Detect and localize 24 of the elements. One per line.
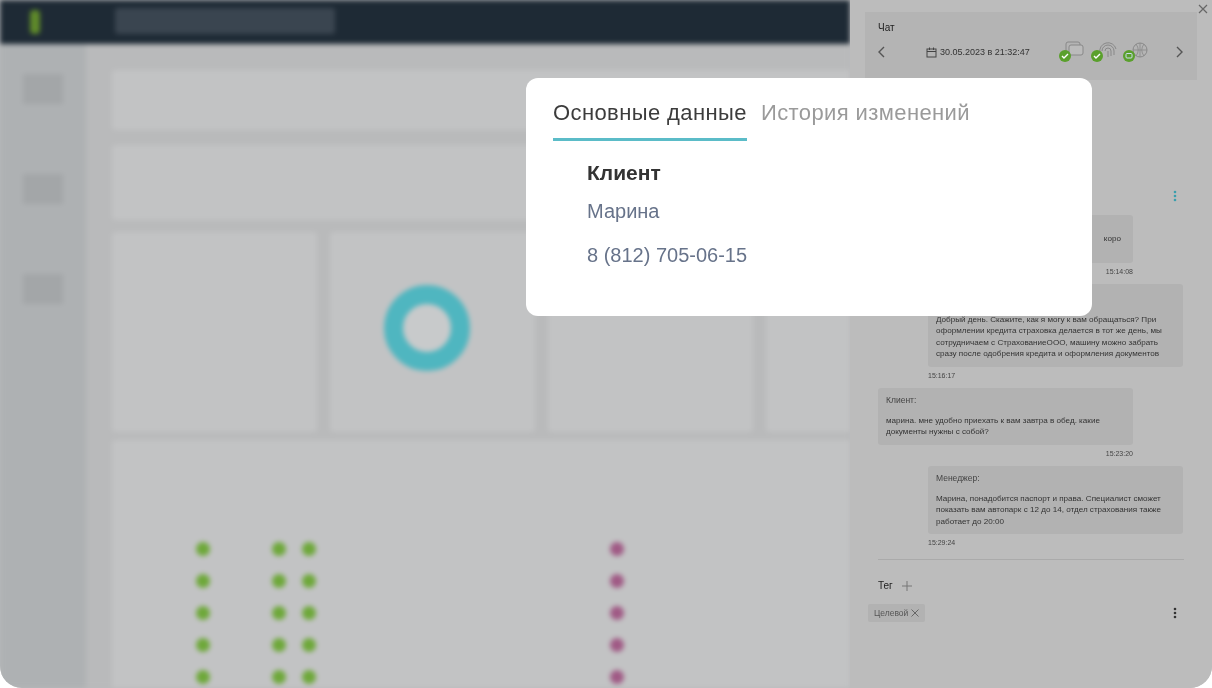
tab[interactable]: Основные данные	[553, 100, 747, 141]
calendar-icon	[926, 46, 937, 58]
fingerprint-check-icon	[1089, 41, 1118, 63]
message-author: Клиент:	[886, 394, 918, 405]
close-icon[interactable]	[1196, 2, 1210, 16]
message-text: Марина, понадобится паспорт и права. Специалист сможет показать вам автопарк с 12 до 14, отдел страхования также работает до 20:00	[936, 492, 1162, 528]
tag-text: Целевой	[874, 608, 909, 619]
client-phone: 8 (812) 705-06-15	[587, 243, 749, 268]
chat-datetime: 30.05.2023 в 21:32:47	[940, 47, 1030, 57]
message-check-icon	[1057, 41, 1086, 63]
message-text: Добрый день. Скажите, как я могу к вам обращаться? При оформлении кредита страховка делается в тот же день, мы сотрудничаем с СтрахованиеООО, машину можно забрать сразу после одобрения кредита и оформления документов	[936, 314, 1163, 360]
more-icon[interactable]	[1173, 607, 1177, 620]
tag-label: Тег	[878, 580, 893, 592]
message-text: коро	[1103, 233, 1121, 245]
client-heading: Клиент	[587, 160, 662, 186]
globe-chat-icon	[1121, 41, 1150, 63]
client-name: Марина	[587, 199, 661, 224]
message-text: марина. мне удобно приехать к вам завтра в обед. какие документы нужны с собой?	[886, 414, 1101, 438]
next-arrow-icon[interactable]	[1175, 46, 1183, 58]
add-icon[interactable]	[901, 580, 912, 591]
remove-icon[interactable]	[911, 609, 920, 618]
previous-arrow-icon[interactable]	[878, 46, 886, 58]
chat-title: Чат	[878, 22, 896, 33]
message-author: Менеджер:	[936, 472, 981, 483]
